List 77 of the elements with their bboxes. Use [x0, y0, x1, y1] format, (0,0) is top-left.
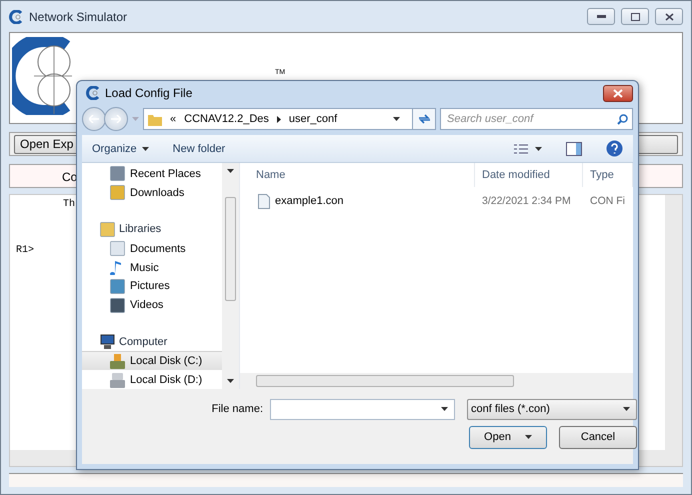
nav-group[interactable]: Computer — [82, 332, 222, 352]
forward-button[interactable] — [104, 107, 128, 131]
nav-item[interactable]: Pictures — [82, 276, 222, 296]
breadcrumb[interactable]: CCNAV12.2_Des — [184, 113, 269, 125]
c-logo-icon — [86, 86, 100, 100]
forward-arrow-icon — [111, 115, 121, 123]
scroll-down-icon — [227, 379, 234, 383]
file-date: 3/22/2021 2:34 PM — [481, 195, 572, 207]
cancel-button[interactable]: Cancel — [559, 426, 637, 448]
nav-item-label: Pictures — [130, 280, 170, 292]
refresh-arrows-icon — [418, 114, 430, 124]
scroll-up-icon — [227, 169, 234, 173]
separator-arrow-icon — [276, 116, 281, 122]
nav-group-label: Computer — [119, 336, 168, 348]
nav-group[interactable]: Libraries — [82, 220, 222, 239]
caret-icon — [441, 407, 448, 411]
file-type: CON Fi — [589, 195, 626, 207]
window-title: Network Simulator — [29, 10, 128, 24]
command-button[interactable]: Organize — [92, 142, 149, 154]
file-name-label: File name: — [212, 403, 264, 415]
search-icon — [617, 114, 628, 124]
scrollbar[interactable] — [240, 373, 633, 389]
console-line: R1> — [16, 245, 34, 256]
nav-item-label: Local Disk (C:) — [130, 355, 202, 368]
maximize-button[interactable] — [621, 8, 649, 25]
c-logo-icon — [9, 10, 23, 24]
address-bar[interactable]: « CCNAV12.2_Des user_conf — [143, 108, 413, 130]
help-icon[interactable] — [606, 140, 623, 157]
close-icon — [664, 12, 674, 20]
overflow-chevron[interactable]: « — [170, 113, 176, 125]
scrollbar[interactable] — [222, 163, 239, 389]
minimize-icon — [596, 15, 606, 18]
close-button[interactable] — [603, 84, 633, 102]
list-view-icon[interactable] — [514, 142, 542, 154]
preview-pane-icon[interactable] — [566, 142, 582, 156]
nav-item-label: Recent Places — [130, 168, 201, 180]
nav-item[interactable]: Documents — [82, 238, 222, 258]
file-type-dropdown[interactable]: conf files (*.con) — [467, 398, 637, 420]
nav-item-label: Local Disk (D:) — [130, 374, 202, 386]
nav-item-label: Music — [130, 262, 159, 274]
refresh-button[interactable] — [412, 108, 436, 130]
dialog-title: Load Config File — [105, 86, 194, 100]
command-button[interactable]: New folder — [172, 142, 226, 154]
file-name-field[interactable] — [270, 398, 455, 420]
search-box[interactable]: Search user_conf — [440, 108, 633, 130]
column-header[interactable]: Date modified — [475, 163, 583, 187]
caret-icon — [623, 407, 630, 411]
minimize-button[interactable] — [587, 8, 615, 25]
maximize-icon — [630, 12, 640, 20]
close-button[interactable] — [655, 8, 683, 25]
nav-item[interactable]: Recent Places — [82, 164, 222, 183]
dropdown-caret-icon — [393, 117, 400, 121]
file-icon — [258, 194, 270, 208]
nav-item-label: Downloads — [130, 186, 184, 199]
column-header[interactable]: Name — [240, 163, 475, 187]
nav-item[interactable]: Music — [82, 258, 222, 277]
caret-icon — [524, 435, 532, 439]
open-button[interactable]: Open — [469, 426, 547, 448]
nav-group-label: Libraries — [119, 223, 162, 236]
scrollbar[interactable] — [665, 195, 682, 450]
file-row[interactable]: example1.con 3/22/2021 2:34 PM CON Fi — [240, 187, 633, 215]
breadcrumb[interactable]: user_conf — [288, 113, 338, 125]
nav-item-label: Documents — [130, 242, 186, 255]
console-line: Th — [63, 199, 76, 210]
caret-icon — [142, 146, 149, 150]
nav-item[interactable]: Local Disk (D:) — [82, 370, 222, 389]
computer-icon — [100, 334, 115, 350]
nav-item[interactable]: Videos — [82, 295, 222, 314]
nav-item[interactable]: Downloads — [82, 182, 222, 202]
history-caret-icon — [132, 117, 139, 121]
back-button[interactable] — [82, 107, 106, 131]
nav-item[interactable]: Local Disk (C:) — [82, 351, 222, 370]
nav-item-label: Videos — [130, 299, 164, 312]
column-header[interactable]: Type — [583, 163, 633, 187]
file-name: example1.con — [275, 195, 344, 207]
back-arrow-icon — [89, 115, 99, 123]
close-icon — [613, 88, 623, 98]
